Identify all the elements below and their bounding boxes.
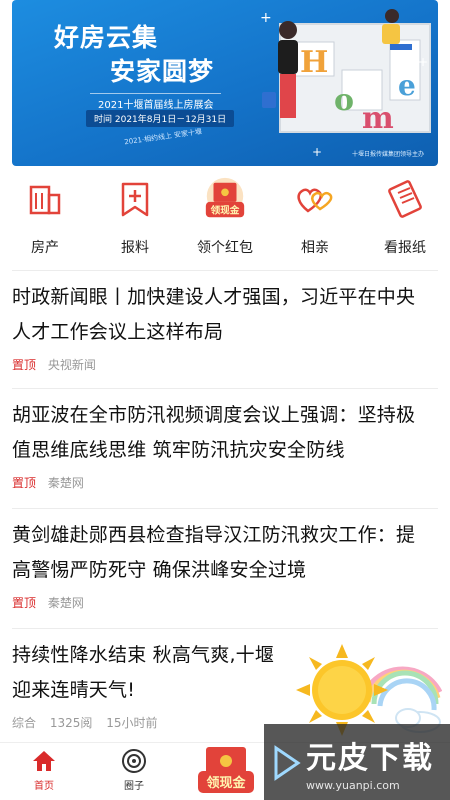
banner-scribble: 2021·相约线上 安家十堰 — [123, 127, 203, 147]
nav-item-newspaper[interactable]: 看报纸 — [360, 176, 450, 264]
news-source: 秦楚网 — [47, 476, 84, 490]
nav-label: 领个红包 — [197, 240, 253, 256]
banner-expo-date: 时间 2021年8月1日－12月31日 — [86, 110, 235, 127]
news-time: 15小时前 — [106, 716, 158, 730]
nav-item-report[interactable]: 报料 — [90, 176, 180, 264]
svg-text:e: e — [398, 69, 416, 102]
news-title: 黄剑雄赴郧西县检查指导汉江防汛救灾工作：提高警惕严防死守 确保洪峰安全过境 — [12, 524, 416, 581]
divider — [12, 270, 438, 271]
news-meta: 置顶 秦楚网 — [12, 474, 432, 491]
news-views: 1325阅 — [49, 716, 93, 730]
tab-circle[interactable]: 圈子 — [104, 749, 164, 792]
pinned-tag: 置顶 — [12, 596, 37, 610]
watermark-logo-icon — [274, 745, 301, 781]
nav-badge: 领现金 — [210, 204, 240, 216]
nav-item-real-estate[interactable]: 房产 — [0, 176, 90, 264]
banner-title-line2: 安家圆梦 — [110, 57, 215, 86]
divider — [12, 388, 438, 389]
nav-item-red-envelope[interactable]: 领现金 领个红包 — [180, 176, 270, 264]
home-illustration: H o m e + + + — [260, 9, 431, 159]
pinned-tag: 置顶 — [12, 476, 37, 490]
news-title: 时政新闻眼丨加快建设人才强国，习近平在中央人才工作会议上这样布局 — [12, 286, 416, 343]
svg-text:+: + — [260, 10, 272, 26]
nav-label: 报料 — [121, 240, 149, 256]
svg-text:H: H — [300, 45, 328, 80]
news-item[interactable]: 黄剑雄赴郧西县检查指导汉江防汛救灾工作：提高警惕严防死守 确保洪峰安全过境 置顶… — [12, 518, 432, 611]
svg-text:+: + — [418, 55, 428, 69]
tab-label: 领现金 — [206, 775, 246, 791]
news-source: 秦楚网 — [47, 596, 84, 610]
building-icon — [22, 176, 68, 222]
news-title: 胡亚波在全市防汛视频调度会议上强调：坚持极值思维底线思维 筑牢防汛抗灾安全防线 — [12, 404, 416, 461]
divider — [12, 508, 438, 509]
newspaper-icon — [382, 176, 428, 222]
watermark-brand: 元皮下载 — [306, 740, 434, 776]
news-title: 持续性降水结束 秋高气爽,十堰迎来连晴天气! — [12, 644, 275, 701]
watermark-url: www.yuanpi.com — [306, 778, 400, 792]
promo-banner[interactable]: 好房云集 安家圆梦 2021十堰首届线上房展会 时间 2021年8月1日－12月… — [12, 0, 438, 166]
news-category: 综合 — [12, 716, 37, 730]
circle-spiral-icon — [122, 749, 146, 773]
svg-text:m: m — [362, 101, 394, 136]
svg-text:o: o — [334, 83, 354, 118]
quick-nav: 房产 报料 领现金 领个红包 相亲 看报纸 — [0, 176, 450, 264]
news-item[interactable]: 持续性降水结束 秋高气爽,十堰迎来连晴天气! 综合 1325阅 15小时前 — [12, 638, 287, 731]
watermark-overlay: 元皮下载 www.yuanpi.com — [264, 724, 450, 800]
nav-label: 看报纸 — [384, 240, 426, 256]
red-envelope-icon[interactable]: 领现金 — [196, 743, 256, 797]
news-source: 央视新闻 — [47, 358, 96, 372]
hearts-icon — [292, 176, 338, 222]
banner-title-line1: 好房云集 — [54, 23, 159, 52]
tab-home[interactable]: 首页 — [14, 749, 74, 792]
nav-label: 房产 — [31, 240, 59, 256]
news-item[interactable]: 胡亚波在全市防汛视频调度会议上强调：坚持极值思维底线思维 筑牢防汛抗灾安全防线 … — [12, 398, 432, 491]
divider — [12, 628, 438, 629]
news-meta: 综合 1325阅 15小时前 — [12, 714, 287, 731]
home-icon — [33, 751, 55, 771]
tab-label: 圈子 — [124, 781, 144, 792]
news-meta: 置顶 央视新闻 — [12, 356, 432, 373]
nav-item-dating[interactable]: 相亲 — [270, 176, 360, 264]
tab-label: 首页 — [34, 781, 54, 792]
red-envelope-icon: 领现金 — [202, 176, 248, 222]
report-bookmark-icon — [112, 176, 158, 222]
news-item[interactable]: 时政新闻眼丨加快建设人才强国，习近平在中央人才工作会议上这样布局 置顶 央视新闻 — [12, 280, 432, 373]
pinned-tag: 置顶 — [12, 358, 37, 372]
svg-text:+: + — [312, 145, 322, 159]
nav-label: 相亲 — [301, 240, 329, 256]
news-meta: 置顶 秦楚网 — [12, 594, 432, 611]
